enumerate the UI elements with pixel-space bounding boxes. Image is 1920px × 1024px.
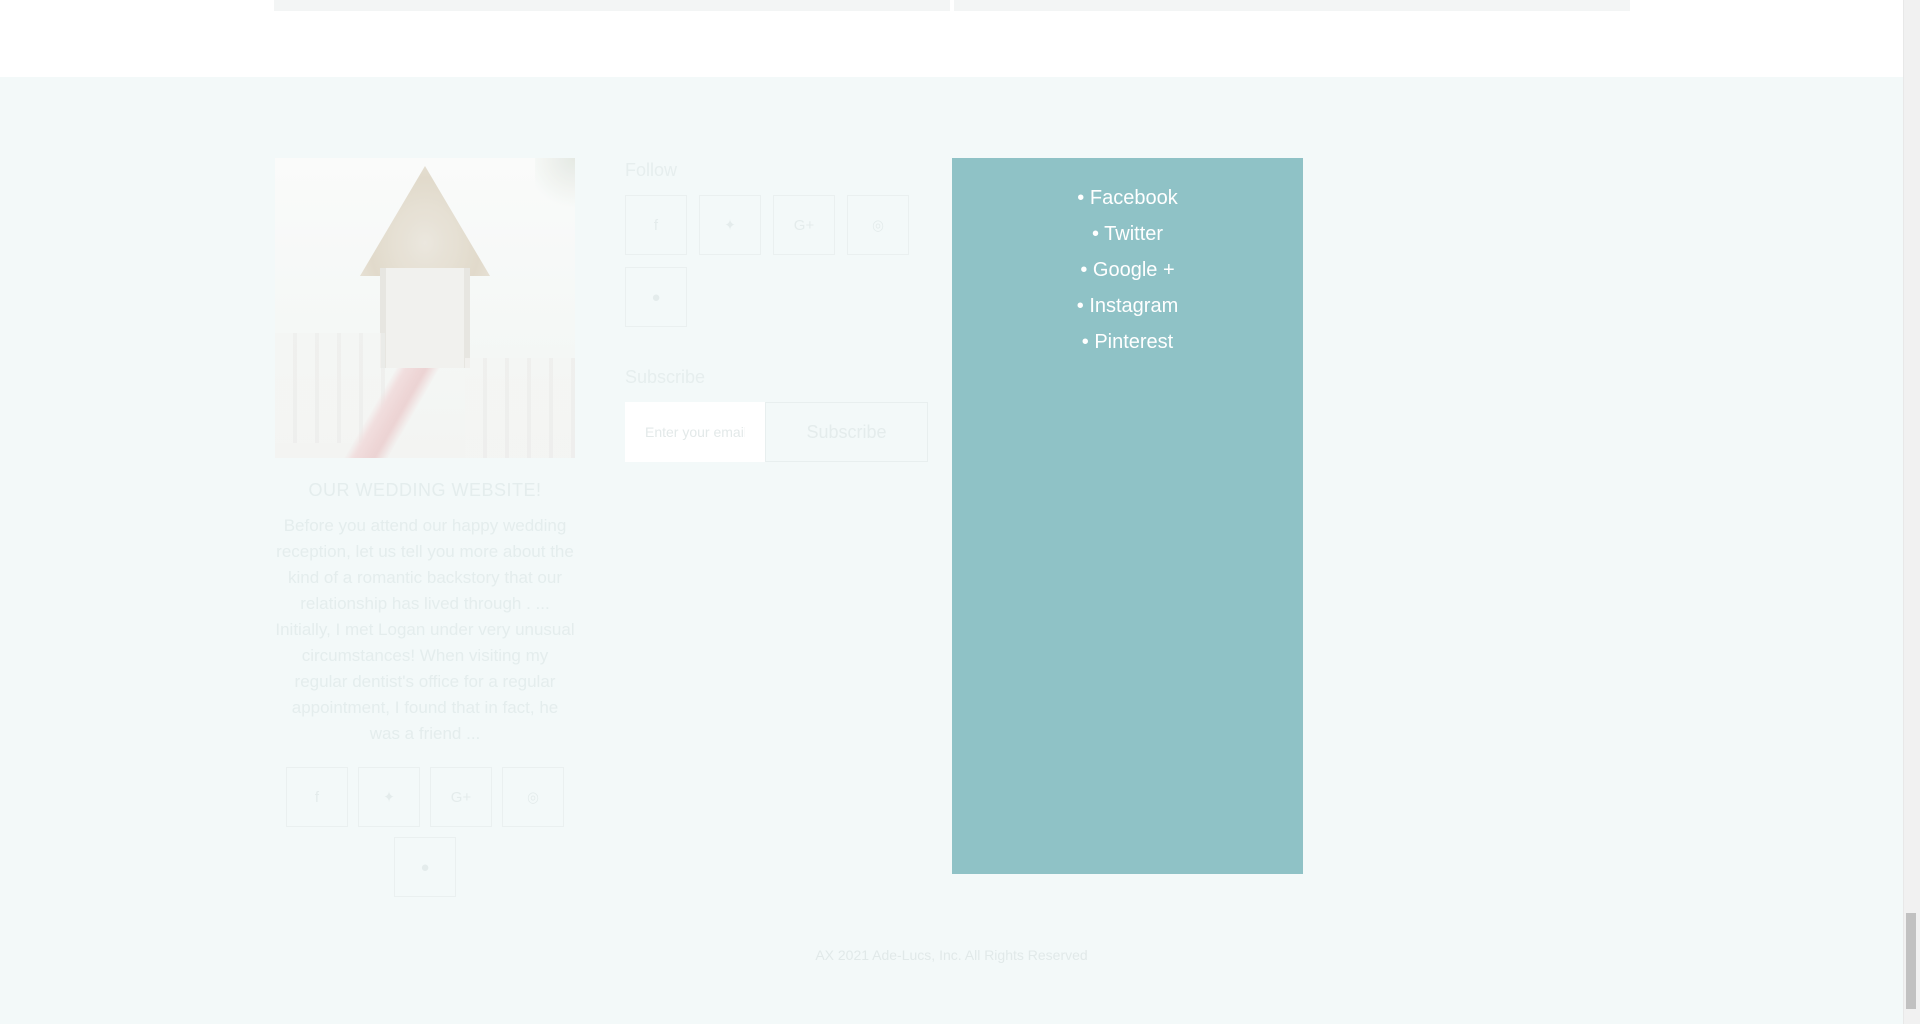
pinterest-icon: ● <box>651 288 661 306</box>
facebook-link[interactable]: f <box>625 195 687 255</box>
post-card-left[interactable] <box>274 0 950 11</box>
facebook-link[interactable]: f <box>286 767 348 827</box>
about-social-links: f ✦ G+ ◎ ● <box>275 767 575 897</box>
google-plus-link[interactable]: G+ <box>430 767 492 827</box>
instagram-link[interactable]: ◎ <box>847 195 909 255</box>
subscribe-title: Subscribe <box>625 367 706 387</box>
pinterest-link[interactable]: ● <box>625 267 687 327</box>
google-plus-link[interactable]: G+ <box>773 195 835 255</box>
subscribe-button[interactable]: Subscribe <box>765 402 928 462</box>
follow-list-panel: Facebook Twitter Google + Instagram Pint… <box>952 158 1303 874</box>
follow-title: Follow <box>625 160 678 180</box>
follow-subscribe-widgets: Follow f ✦ G+ ◎ ● Subscribe Subscribe <box>625 158 928 462</box>
about-text: Before you attend our happy wedding rece… <box>275 513 575 747</box>
instagram-icon: ◎ <box>872 217 884 234</box>
email-input[interactable] <box>625 402 765 462</box>
copyright-text: AX 2021 Ade-Lucs, Inc. All Rights Reserv… <box>815 947 1088 963</box>
subscribe-form: Subscribe <box>625 402 928 462</box>
facebook-icon: f <box>314 788 320 806</box>
about-widget: OUR WEDDING WEBSITE! Before you attend o… <box>275 158 575 897</box>
wedding-gazebo-image <box>275 158 575 458</box>
twitter-icon: ✦ <box>724 217 736 234</box>
twitter-link[interactable]: ✦ <box>699 195 761 255</box>
follow-social-links: f ✦ G+ ◎ ● <box>625 195 928 327</box>
follow-list-item-pinterest[interactable]: Pinterest <box>952 324 1303 360</box>
pinterest-icon: ● <box>420 858 430 876</box>
facebook-icon: f <box>653 216 659 234</box>
google-plus-icon: G+ <box>793 216 815 234</box>
instagram-icon: ◎ <box>527 789 539 806</box>
about-title: OUR WEDDING WEBSITE! <box>308 480 542 500</box>
about-paragraph-2: Initially, I met Logan under very unusua… <box>275 620 575 743</box>
follow-list-item-instagram[interactable]: Instagram <box>952 288 1303 324</box>
follow-list: Facebook Twitter Google + Instagram Pint… <box>952 180 1303 360</box>
google-plus-icon: G+ <box>450 788 472 806</box>
scrollbar-thumb[interactable] <box>1906 913 1916 1009</box>
follow-list-item-google-plus[interactable]: Google + <box>952 252 1303 288</box>
page-scrollbar[interactable] <box>1903 0 1920 1024</box>
follow-list-item-twitter[interactable]: Twitter <box>952 216 1303 252</box>
twitter-icon: ✦ <box>383 789 395 806</box>
top-content-strip <box>0 0 1903 77</box>
twitter-link[interactable]: ✦ <box>358 767 420 827</box>
about-paragraph-1: Before you attend our happy wedding rece… <box>276 516 574 613</box>
follow-list-item-facebook[interactable]: Facebook <box>952 180 1303 216</box>
instagram-link[interactable]: ◎ <box>502 767 564 827</box>
post-card-right[interactable] <box>954 0 1630 11</box>
pinterest-link[interactable]: ● <box>394 837 456 897</box>
